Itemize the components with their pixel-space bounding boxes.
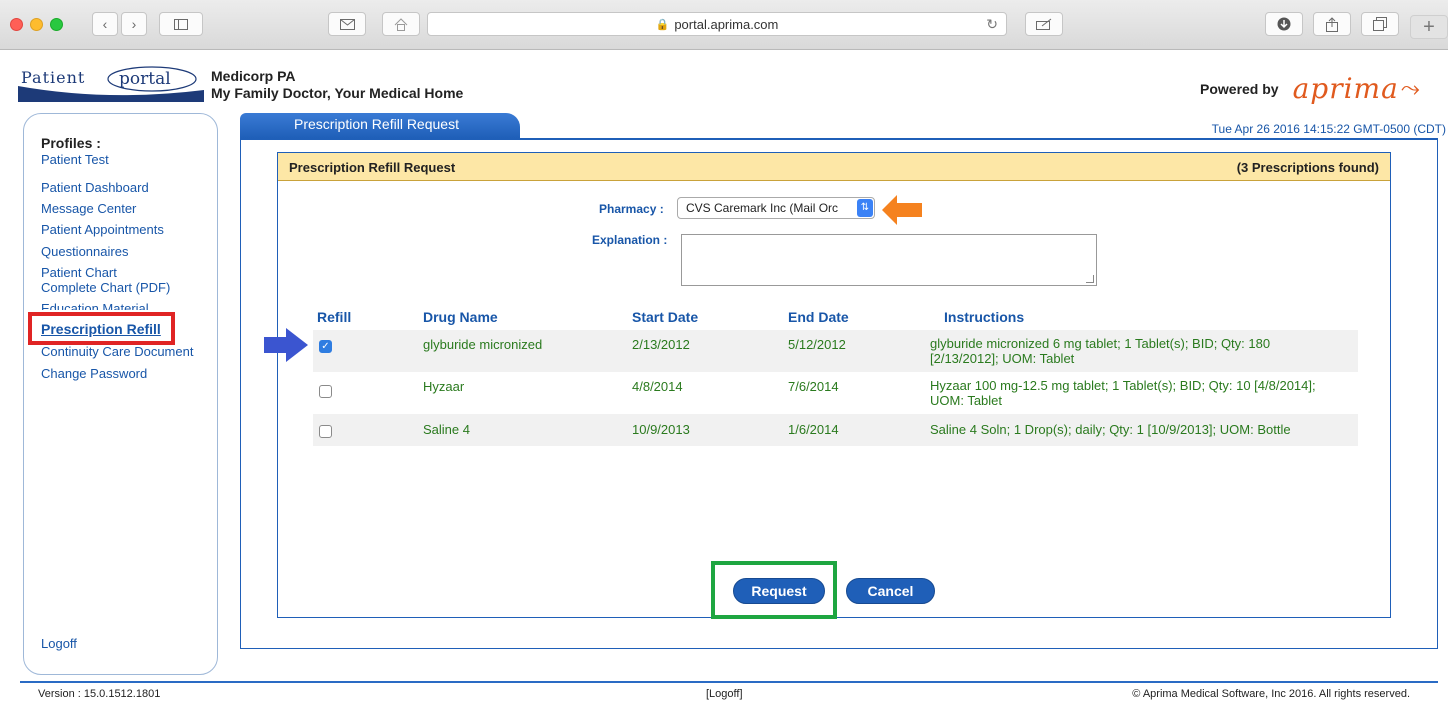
share-icon (1326, 16, 1338, 32)
start-date: 10/9/2013 (632, 422, 690, 437)
footer-logoff-link[interactable]: [Logoff] (706, 688, 743, 700)
refill-checkbox[interactable]: ✓ (319, 340, 332, 353)
sidebar-toggle-button[interactable] (159, 12, 203, 36)
column-header-end-date: End Date (788, 309, 849, 325)
version-info: Version : 15.0.1512.1801 (38, 688, 161, 700)
drug-name: Saline 4 (423, 422, 470, 437)
instructions-line: Hyzaar 100 mg-12.5 mg tablet; 1 Tablet(s… (930, 378, 1316, 393)
sidebar-item-change-password[interactable]: Change Password (41, 366, 147, 381)
tabs-overview-button[interactable] (1361, 12, 1399, 36)
column-header-instructions: Instructions (944, 309, 1025, 325)
minimize-window-button[interactable] (30, 18, 43, 31)
aprima-swoosh-icon: ⤳ (1400, 74, 1420, 102)
select-stepper-icon: ⇅ (857, 199, 873, 217)
powered-by: Powered by aprima ⤳ (1200, 72, 1420, 105)
sidebar-item-patient-appointments[interactable]: Patient Appointments (41, 222, 164, 237)
annotate-button[interactable] (1025, 12, 1063, 36)
end-date: 7/6/2014 (788, 379, 839, 394)
explanation-textarea[interactable] (681, 234, 1097, 286)
table-row: Saline 4 10/9/2013 1/6/2014 Saline 4 Sol… (313, 414, 1358, 446)
sidebar-item-patient-dashboard[interactable]: Patient Dashboard (41, 180, 149, 195)
org-tagline: My Family Doctor, Your Medical Home (211, 85, 464, 101)
markup-icon (1036, 18, 1052, 30)
explanation-label: Explanation : (592, 233, 668, 247)
instructions: Saline 4 Soln; 1 Drop(s); daily; Qty: 1 … (930, 422, 1291, 437)
current-datetime: Tue Apr 26 2016 14:15:22 GMT-0500 (CDT) (1211, 122, 1446, 136)
column-header-refill: Refill (317, 309, 352, 325)
column-header-start-date: Start Date (632, 309, 699, 325)
powered-by-label: Powered by (1200, 80, 1279, 97)
profile-name-link[interactable]: Patient Test (41, 152, 109, 167)
home-button[interactable] (382, 12, 420, 36)
zoom-window-button[interactable] (50, 18, 63, 31)
address-bar[interactable]: 🔒 portal.aprima.com ↻ (427, 12, 1007, 36)
end-date: 5/12/2012 (788, 337, 846, 352)
table-row: ✓ glyburide micronized 2/13/2012 5/12/20… (313, 330, 1358, 372)
url-text: portal.aprima.com (674, 16, 779, 32)
new-tab-button[interactable]: + (1410, 15, 1448, 39)
pharmacy-select[interactable]: CVS Caremark Inc (Mail Orc ⇅ (677, 197, 875, 219)
organization-info: Medicorp PA My Family Doctor, Your Medic… (211, 68, 463, 102)
tabs-icon (1373, 17, 1387, 31)
patient-portal-logo: Patient portal (18, 66, 204, 102)
lock-icon: 🔒 (655, 18, 670, 31)
close-window-button[interactable] (10, 18, 23, 31)
sidebar: Profiles : Patient Test Patient Dashboar… (23, 113, 218, 675)
home-icon (394, 17, 408, 31)
chevron-right-icon: › (131, 16, 137, 32)
instructions: Hyzaar 100 mg-12.5 mg tablet; 1 Tablet(s… (930, 378, 1316, 408)
refill-checkbox[interactable] (319, 385, 332, 398)
sidebar-item-questionnaires[interactable]: Questionnaires (41, 244, 128, 259)
sidebar-item-continuity-care-document[interactable]: Continuity Care Document (41, 344, 193, 359)
table-row: Hyzaar 4/8/2014 7/6/2014 Hyzaar 100 mg-1… (313, 372, 1358, 414)
tab-prescription-refill-request[interactable]: Prescription Refill Request (240, 113, 520, 138)
copyright-text: © Aprima Medical Software, Inc 2016. All… (1132, 688, 1410, 700)
column-header-drug-name: Drug Name (423, 309, 498, 325)
forward-button[interactable]: › (121, 12, 147, 36)
drug-name: Hyzaar (423, 379, 465, 394)
instructions: glyburide micronized 6 mg tablet; 1 Tabl… (930, 336, 1270, 366)
instructions-line: UOM: Tablet (930, 393, 1003, 408)
pharmacy-label: Pharmacy : (599, 202, 664, 216)
browser-toolbar: ‹ › 🔒 portal.aprima.com ↻ + (0, 0, 1448, 50)
share-button[interactable] (1313, 12, 1351, 36)
cancel-button[interactable]: Cancel (846, 578, 935, 604)
form-title: Prescription Refill Request (289, 160, 456, 175)
sidebar-item-education-material[interactable]: Education Material (41, 301, 149, 310)
download-icon (1277, 17, 1291, 31)
mail-button[interactable] (328, 12, 366, 36)
pharmacy-selected-value: CVS Caremark Inc (Mail Orc (686, 201, 839, 215)
sidebar-item-complete-chart-pdf[interactable]: Complete Chart (PDF) (41, 280, 170, 295)
sidebar-item-patient-chart[interactable]: Patient Chart (41, 265, 117, 280)
logo-text-patient: Patient (21, 68, 85, 87)
end-date: 1/6/2014 (788, 422, 839, 437)
plus-icon: + (1423, 15, 1435, 38)
sidebar-logoff-link[interactable]: Logoff (41, 636, 77, 651)
aprima-logo: aprima (1292, 72, 1399, 105)
org-name: Medicorp PA (211, 68, 296, 84)
prescriptions-found-count: (3 Prescriptions found) (1236, 160, 1379, 175)
drug-name: glyburide micronized (423, 337, 543, 352)
downloads-button[interactable] (1265, 12, 1303, 36)
orange-arrow-annotation-icon (882, 195, 922, 225)
footer-divider (20, 681, 1438, 683)
start-date: 2/13/2012 (632, 337, 690, 352)
sidebar-icon (174, 18, 188, 30)
blue-arrow-annotation-icon (264, 328, 308, 362)
form-header: Prescription Refill Request (3 Prescript… (278, 153, 1390, 181)
reload-icon[interactable]: ↻ (986, 16, 998, 33)
chevron-left-icon: ‹ (102, 16, 108, 32)
profiles-label: Profiles : (41, 135, 101, 151)
instructions-line: glyburide micronized 6 mg tablet; 1 Tabl… (930, 336, 1271, 351)
instructions-line: [2/13/2012]; UOM: Tablet (930, 351, 1075, 366)
start-date: 4/8/2014 (632, 379, 683, 394)
highlight-box-red (28, 312, 175, 345)
highlight-box-green (711, 561, 837, 619)
logo-text-portal: portal (119, 69, 171, 89)
back-button[interactable]: ‹ (92, 12, 118, 36)
envelope-icon (339, 18, 355, 30)
refill-checkbox[interactable] (319, 425, 332, 438)
sidebar-item-message-center[interactable]: Message Center (41, 201, 136, 216)
